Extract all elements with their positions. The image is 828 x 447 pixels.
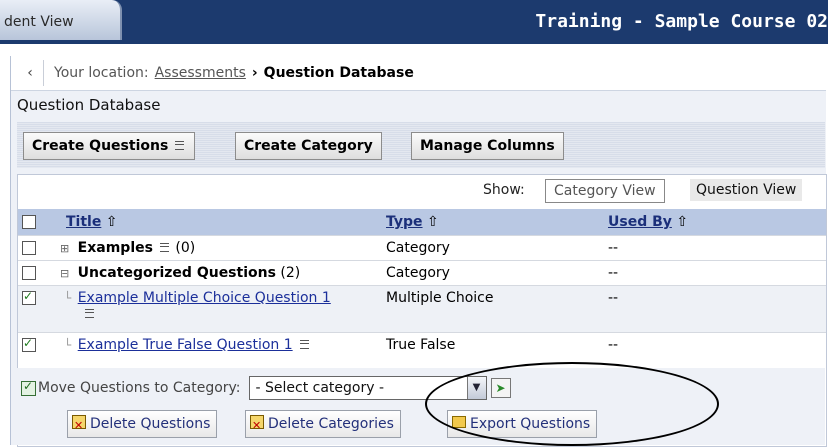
move-questions-row: Move Questions to Category: - Select cat… [21, 376, 511, 400]
table-header-row: Title ⇧ Type ⇧ Used By ⇧ [18, 209, 826, 236]
type-cell: Multiple Choice [386, 285, 608, 333]
context-menu-icon[interactable] [159, 243, 171, 253]
type-cell: True False [386, 332, 608, 357]
student-view-tab[interactable]: dent View [0, 0, 122, 40]
question-link[interactable]: Example True False Question 1 [78, 337, 293, 353]
export-questions-label: Export Questions [470, 416, 591, 432]
delete-icon [72, 413, 86, 439]
main-panel: ‹ Your location: Assessments › Question … [10, 56, 827, 447]
row-checkbox[interactable] [22, 241, 36, 255]
type-cell: Category [386, 235, 608, 261]
view-switcher: Show: Category View Question View [18, 175, 826, 207]
question-link[interactable]: Example Multiple Choice Question 1 [78, 290, 331, 306]
export-questions-button[interactable]: Export Questions [447, 410, 598, 438]
used-by-column-sort[interactable]: Used By [608, 214, 672, 230]
category-count: (2) [280, 265, 301, 281]
move-questions-label: Move Questions to Category: [38, 380, 241, 396]
category-name: Examples [77, 240, 153, 256]
delete-icon [250, 413, 264, 439]
chevron-down-icon[interactable]: ▼ [466, 377, 486, 399]
category-select[interactable]: - Select category - ▼ [248, 376, 487, 400]
tree-branch-icon: └ [64, 291, 72, 305]
create-questions-button[interactable]: Create Questions [23, 132, 196, 160]
manage-columns-button[interactable]: Manage Columns [411, 132, 564, 160]
delete-categories-button[interactable]: Delete Categories [245, 410, 401, 439]
questions-table: Title ⇧ Type ⇧ Used By ⇧ ⊞ Examples (0) [18, 209, 826, 357]
row-checkbox[interactable] [22, 266, 36, 280]
table-row: ⊞ Examples (0) Category -- [18, 235, 826, 261]
breadcrumb: ‹ Your location: Assessments › Question … [11, 56, 826, 91]
breadcrumb-link-assessments[interactable]: Assessments [155, 65, 246, 81]
breadcrumb-label: Your location: [54, 65, 149, 81]
category-name: Uncategorized Questions [77, 265, 276, 281]
used-by-cell: -- [608, 235, 826, 261]
context-menu-icon[interactable] [84, 309, 96, 319]
table-row: └ Example True False Question 1 True Fal… [18, 332, 826, 357]
type-cell: Category [386, 260, 608, 286]
table-row: └ Example Multiple Choice Question 1 Mul… [18, 285, 826, 333]
context-menu-icon [174, 141, 186, 151]
type-column-sort[interactable]: Type [386, 214, 423, 230]
create-questions-label: Create Questions [32, 138, 169, 154]
category-select-value: - Select category - [255, 380, 385, 396]
back-button[interactable]: ‹ [17, 60, 44, 86]
breadcrumb-current: Question Database [263, 65, 414, 81]
tree-branch-icon: └ [64, 338, 72, 352]
breadcrumb-separator: › [251, 65, 258, 81]
toolbar: Create Questions Create Category Manage … [17, 122, 825, 168]
row-checkbox[interactable] [22, 289, 36, 305]
used-by-cell: -- [608, 332, 826, 357]
context-menu-icon[interactable] [299, 340, 311, 350]
chevron-left-icon: ‹ [27, 65, 33, 81]
go-arrow-icon: ➤ [495, 381, 506, 395]
sort-arrow-icon: ⇧ [105, 214, 118, 230]
sort-arrow-icon: ⇧ [676, 214, 689, 230]
delete-questions-label: Delete Questions [90, 416, 211, 432]
title-column-sort[interactable]: Title [66, 214, 101, 230]
used-by-cell: -- [608, 260, 826, 286]
sort-arrow-icon: ⇧ [426, 214, 439, 230]
create-category-button[interactable]: Create Category [235, 132, 382, 160]
question-view-button[interactable]: Question View [690, 179, 803, 201]
row-checkbox[interactable] [22, 336, 36, 352]
expand-icon[interactable]: ⊞ [60, 242, 69, 255]
delete-questions-button[interactable]: Delete Questions [67, 410, 218, 439]
table-row: ⊟ Uncategorized Questions (2) Category -… [18, 260, 826, 286]
move-checked-icon [21, 379, 36, 396]
category-count: (0) [175, 240, 196, 256]
show-label: Show: [483, 182, 525, 198]
export-icon [452, 416, 466, 428]
used-by-cell: -- [608, 285, 826, 333]
select-all-checkbox[interactable] [22, 215, 36, 229]
collapse-icon[interactable]: ⊟ [60, 267, 69, 280]
move-go-button[interactable]: ➤ [490, 378, 511, 398]
category-view-button[interactable]: Category View [545, 179, 665, 203]
course-title: Training - Sample Course 02 [535, 11, 828, 32]
page-title: Question Database [17, 96, 161, 114]
course-banner: dent View Training - Sample Course 02 [0, 0, 828, 44]
bulk-actions: Move Questions to Category: - Select cat… [17, 368, 825, 445]
delete-categories-label: Delete Categories [268, 416, 394, 432]
